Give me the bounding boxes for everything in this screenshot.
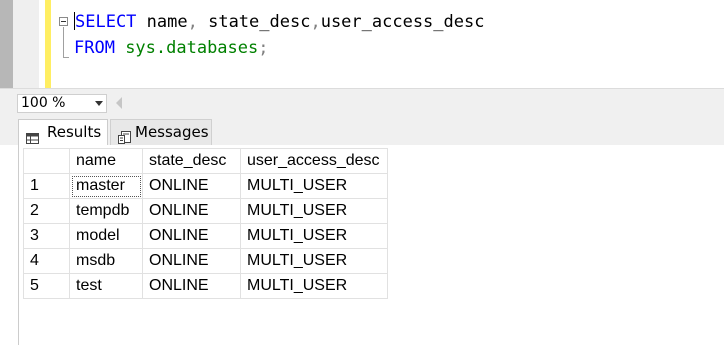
cell-state-desc[interactable]: ONLINE [142, 223, 241, 249]
column-header-state-desc[interactable]: state_desc [142, 148, 241, 174]
row-number[interactable]: 5 [23, 273, 70, 299]
cell-user-access-desc[interactable]: MULTI_USER [240, 198, 388, 224]
chevron-down-icon[interactable] [95, 101, 103, 106]
row-number[interactable]: 1 [23, 173, 70, 199]
tab-results[interactable]: Results [18, 119, 108, 145]
outline-guide-end [63, 57, 69, 58]
keyword-from: FROM [74, 38, 115, 58]
results-tab-bar: Results Messages [0, 116, 724, 145]
table-row[interactable]: 1 master ONLINE MULTI_USER [23, 173, 388, 199]
cell-user-access-desc[interactable]: MULTI_USER [240, 173, 388, 199]
collapse-outline-icon[interactable] [59, 17, 68, 26]
cell-name[interactable]: model [69, 223, 143, 249]
keyword-select: SELECT [75, 12, 137, 32]
cell-state-desc[interactable]: ONLINE [142, 273, 241, 299]
column-header-name[interactable]: name [69, 148, 143, 174]
zoom-dropdown[interactable]: 100 % [17, 94, 107, 113]
column-header-user-access-desc[interactable]: user_access_desc [240, 148, 388, 174]
cell-name[interactable]: master [69, 173, 143, 199]
cell-name[interactable]: tempdb [69, 198, 143, 224]
cell-state-desc[interactable]: ONLINE [142, 198, 241, 224]
table-row[interactable]: 3 model ONLINE MULTI_USER [23, 223, 388, 249]
editor-status-bar: 100 % [0, 88, 724, 116]
row-number[interactable]: 3 [23, 223, 70, 249]
cell-state-desc[interactable]: ONLINE [142, 248, 241, 274]
code-line-2[interactable]: FROM sys.databases; [74, 37, 269, 59]
cell-name[interactable]: msdb [69, 248, 143, 274]
object-name: sys.databases [114, 38, 259, 58]
cell-user-access-desc[interactable]: MULTI_USER [240, 223, 388, 249]
zoom-value: 100 % [21, 95, 66, 111]
code-line-1[interactable]: SELECT name, state_desc,user_access_desc [74, 11, 484, 33]
results-grid[interactable]: name state_desc user_access_desc 1 maste… [18, 145, 724, 345]
tab-results-label: Results [47, 123, 102, 141]
table-row[interactable]: 5 test ONLINE MULTI_USER [23, 273, 388, 299]
scroll-left-arrow-icon[interactable] [116, 97, 122, 109]
outline-guide [63, 27, 64, 57]
cell-name[interactable]: test [69, 273, 143, 299]
results-table: name state_desc user_access_desc 1 maste… [23, 148, 388, 299]
query-editor[interactable]: SELECT name, state_desc,user_access_desc… [0, 0, 724, 88]
change-tracking-bar [45, 0, 51, 88]
row-number-header[interactable] [23, 148, 70, 174]
table-header-row: name state_desc user_access_desc [23, 148, 388, 174]
row-number[interactable]: 2 [23, 198, 70, 224]
cell-user-access-desc[interactable]: MULTI_USER [240, 248, 388, 274]
row-number[interactable]: 4 [23, 248, 70, 274]
table-row[interactable]: 2 tempdb ONLINE MULTI_USER [23, 198, 388, 224]
tab-messages[interactable]: Messages [110, 119, 212, 145]
line-number-gutter [13, 0, 39, 88]
editor-margin [0, 0, 13, 88]
table-row[interactable]: 4 msdb ONLINE MULTI_USER [23, 248, 388, 274]
tab-messages-label: Messages [135, 123, 209, 141]
cell-state-desc[interactable]: ONLINE [142, 173, 241, 199]
cell-user-access-desc[interactable]: MULTI_USER [240, 273, 388, 299]
